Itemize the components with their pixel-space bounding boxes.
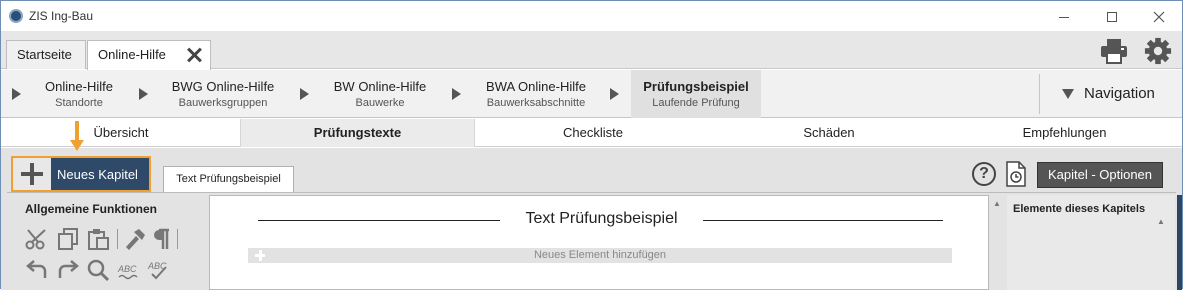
app-window: ZIS Ing-Bau Startseite Online-Hilfe Onli… bbox=[0, 0, 1183, 290]
chevron-right-icon bbox=[139, 88, 148, 100]
undo-icon[interactable] bbox=[25, 258, 49, 282]
search-icon[interactable] bbox=[86, 258, 110, 282]
autocorrect-icon[interactable]: ABC bbox=[147, 258, 171, 282]
scrollbar[interactable] bbox=[1177, 195, 1182, 290]
tab-pruefungstexte[interactable]: Prüfungstexte bbox=[240, 119, 475, 147]
app-logo-icon bbox=[9, 9, 23, 23]
breadcrumb-subtitle: Bauwerke bbox=[355, 97, 405, 109]
maximize-icon bbox=[1107, 12, 1117, 23]
chevron-right-icon bbox=[300, 88, 309, 100]
chevron-right-icon bbox=[610, 88, 619, 100]
workspace: Neues Kapitel Text Prüfungsbeispiel ? Ka… bbox=[1, 148, 1182, 290]
triangle-down-icon bbox=[1062, 89, 1074, 99]
breadcrumb-title: BWG Online-Hilfe bbox=[171, 79, 275, 94]
breadcrumb-item-pruefungsbeispiel[interactable]: Prüfungsbeispiel Laufende Prüfung bbox=[631, 70, 761, 118]
tab-checkliste[interactable]: Checkliste bbox=[475, 119, 711, 147]
breadcrumb-title: BWA Online-Hilfe bbox=[486, 79, 586, 94]
divider bbox=[258, 220, 500, 221]
breadcrumb-title: BW Online-Hilfe bbox=[333, 79, 427, 94]
breadcrumb-item-bwg[interactable]: BWG Online-Hilfe Bauwerksgruppen bbox=[159, 70, 287, 118]
svg-text:ABC: ABC bbox=[117, 264, 137, 274]
add-element-label: Neues Element hinzufügen bbox=[533, 249, 667, 261]
editor-title: Text Prüfungsbeispiel bbox=[525, 210, 678, 227]
toolbar-row-history: ABC ABC bbox=[25, 258, 195, 282]
minimize-button[interactable] bbox=[1041, 1, 1087, 31]
cut-icon[interactable] bbox=[25, 227, 49, 251]
navigation-label: Navigation bbox=[1084, 85, 1155, 102]
breadcrumb-subtitle: Laufende Prüfung bbox=[652, 97, 740, 109]
new-chapter-label: Neues Kapitel bbox=[57, 167, 138, 182]
chevron-right-icon bbox=[12, 88, 21, 100]
new-chapter-button[interactable]: Neues Kapitel bbox=[11, 156, 151, 192]
divider bbox=[177, 229, 178, 249]
close-window-button[interactable] bbox=[1136, 1, 1182, 31]
breadcrumb-title: Online-Hilfe bbox=[45, 79, 113, 94]
divider bbox=[1039, 74, 1040, 114]
close-icon bbox=[1153, 11, 1165, 23]
copy-icon[interactable] bbox=[56, 227, 80, 251]
chevron-right-icon bbox=[452, 88, 461, 100]
pilcrow-icon[interactable] bbox=[149, 227, 173, 251]
breadcrumb-subtitle: Bauwerksgruppen bbox=[178, 97, 268, 109]
section-tabs: Übersicht Prüfungstexte Checkliste Schäd… bbox=[1, 119, 1182, 147]
plus-icon bbox=[13, 158, 51, 190]
navigation-button[interactable]: Navigation bbox=[1046, 70, 1178, 118]
tab-startseite[interactable]: Startseite bbox=[6, 40, 86, 69]
breadcrumb-item-online-hilfe[interactable]: Online-Hilfe Standorte bbox=[29, 70, 129, 118]
minimize-icon bbox=[1059, 16, 1069, 18]
breadcrumb-subtitle: Bauwerksabschnitte bbox=[486, 97, 586, 109]
gear-icon[interactable] bbox=[1143, 37, 1173, 65]
divider bbox=[117, 229, 118, 249]
spellcheck-icon[interactable]: ABC bbox=[117, 258, 141, 282]
close-tab-icon[interactable] bbox=[186, 47, 202, 63]
toolbar-row-edit bbox=[25, 227, 195, 251]
arrow-down-icon bbox=[70, 121, 84, 151]
chapter-elements-title: Elemente dieses Kapitels bbox=[1013, 203, 1146, 215]
history-icon[interactable] bbox=[1005, 161, 1027, 187]
maximize-button[interactable] bbox=[1089, 1, 1135, 31]
divider bbox=[703, 220, 943, 221]
printer-icon[interactable] bbox=[1099, 37, 1129, 65]
redo-icon[interactable] bbox=[56, 258, 80, 282]
window-title: ZIS Ing-Bau bbox=[29, 9, 94, 23]
tab-schaeden[interactable]: Schäden bbox=[711, 119, 947, 147]
tab-strip: Startseite Online-Hilfe bbox=[1, 31, 1182, 70]
format-painter-icon[interactable] bbox=[123, 227, 147, 251]
breadcrumb-subtitle: Standorte bbox=[55, 97, 103, 109]
breadcrumb: Online-Hilfe Standorte BWG Online-Hilfe … bbox=[1, 70, 1182, 118]
breadcrumb-item-bw[interactable]: BW Online-Hilfe Bauwerke bbox=[319, 70, 441, 118]
plus-icon bbox=[252, 249, 270, 262]
title-bar: ZIS Ing-Bau bbox=[1, 1, 1182, 31]
tab-online-hilfe-label: Online-Hilfe bbox=[98, 47, 166, 62]
tab-online-hilfe[interactable]: Online-Hilfe bbox=[87, 40, 211, 70]
general-functions-panel: Allgemeine Funktionen ABC ABC bbox=[9, 195, 203, 290]
scroll-up-icon[interactable]: ▲ bbox=[993, 199, 1001, 208]
help-icon[interactable]: ? bbox=[972, 162, 996, 186]
general-functions-title: Allgemeine Funktionen bbox=[25, 202, 158, 216]
scroll-up-icon[interactable]: ▲ bbox=[1157, 217, 1165, 226]
tab-empfehlungen[interactable]: Empfehlungen bbox=[947, 119, 1182, 147]
text-editor[interactable]: Text Prüfungsbeispiel Neues Element hinz… bbox=[209, 195, 989, 290]
chapter-elements-panel: Elemente dieses Kapitels ▲ bbox=[1007, 195, 1175, 290]
breadcrumb-item-bwa[interactable]: BWA Online-Hilfe Bauwerksabschnitte bbox=[471, 70, 601, 118]
add-element-button[interactable]: Neues Element hinzufügen bbox=[248, 248, 952, 263]
breadcrumb-title: Prüfungsbeispiel bbox=[643, 79, 749, 94]
paste-icon[interactable] bbox=[86, 227, 110, 251]
tab-uebersicht[interactable]: Übersicht bbox=[1, 119, 241, 147]
divider bbox=[7, 192, 1176, 193]
tab-document[interactable]: Text Prüfungsbeispiel bbox=[163, 166, 294, 192]
chapter-options-button[interactable]: Kapitel - Optionen bbox=[1037, 162, 1163, 188]
